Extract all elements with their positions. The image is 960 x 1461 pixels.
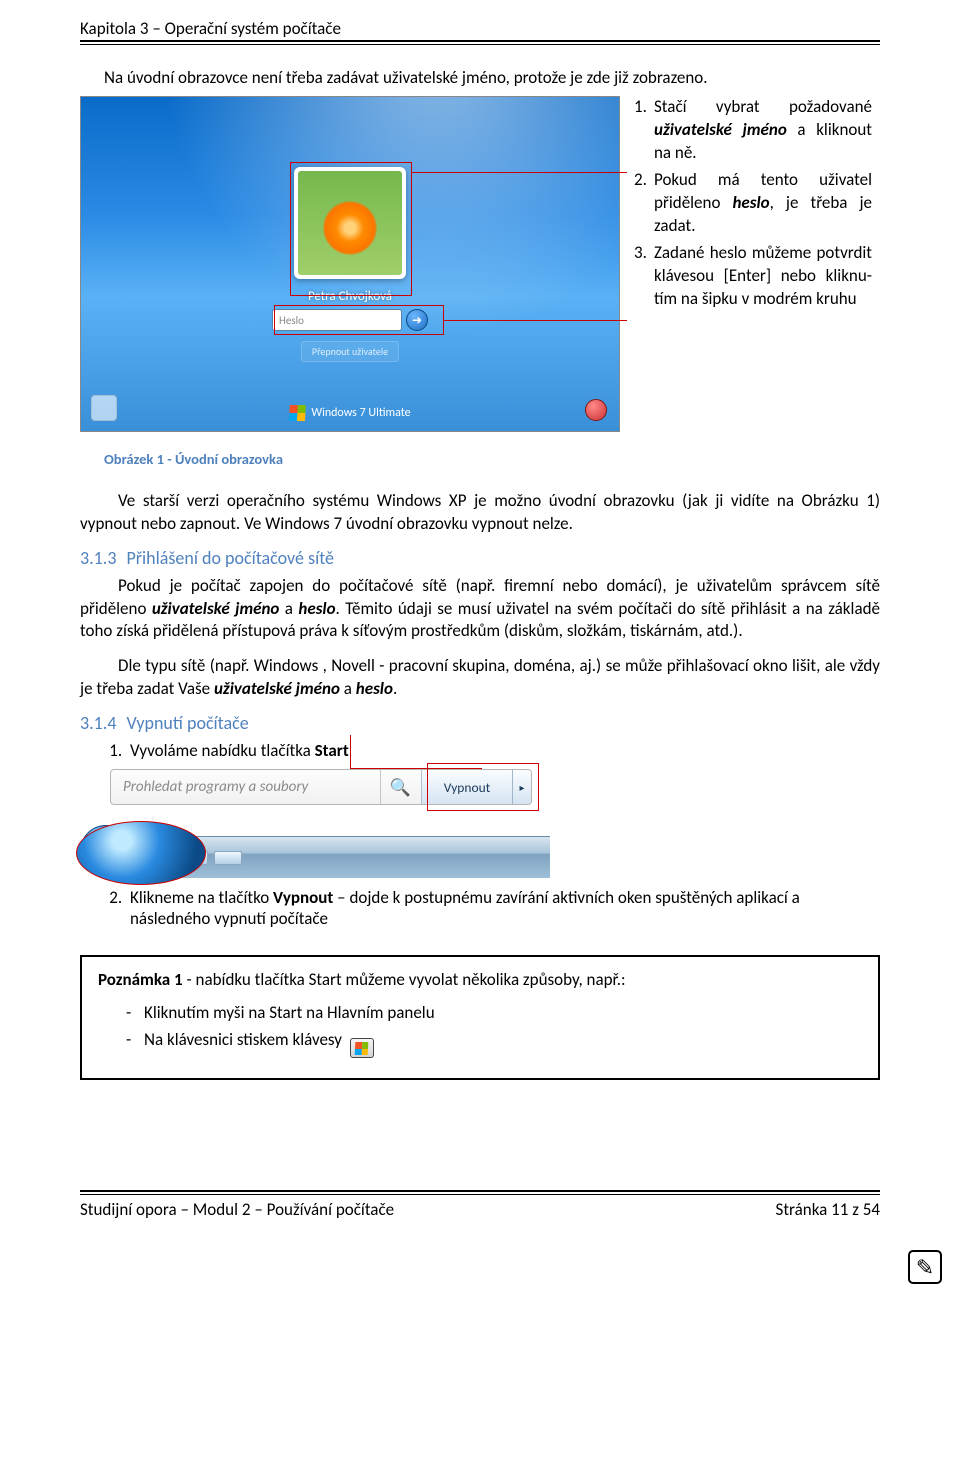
taskbar-icon[interactable]	[146, 851, 174, 865]
chevron-right-icon: ▸	[519, 781, 524, 794]
margin-note-icon: ✎	[908, 1250, 942, 1284]
windows-brand: Windows 7 Ultimate	[289, 405, 410, 421]
windows-logo-icon	[289, 405, 306, 421]
paragraph-net-1: Pokud je počítač zapojen do počítačové s…	[80, 575, 880, 643]
header-rule-bold	[80, 40, 880, 42]
power-button[interactable]	[585, 399, 607, 421]
side-step-3: Zadané heslo můžeme po­tvrdit klávesou […	[634, 242, 872, 311]
footer-right: Stránka 11 z 54	[776, 1199, 880, 1220]
windows-edition-text: Windows 7 Ultimate	[311, 406, 410, 420]
figure-row: Petra Chvojková Heslo ➜ Přepnout uživate…	[80, 96, 880, 432]
pencil-icon: ✎	[916, 1254, 934, 1281]
password-input[interactable]: Heslo	[272, 309, 402, 331]
header-text: Kapitola 3 – Operační systém počítače	[80, 18, 341, 39]
shutdown-button[interactable]: Vypnout	[422, 770, 513, 804]
windows-logo-icon	[94, 840, 117, 862]
heading-title: Přihlášení do počítačové sítě	[126, 547, 334, 569]
heading-num: 3.1.4	[80, 712, 116, 734]
note-bullets: Kliknutím myši na Start na Hlavním panel…	[98, 990, 862, 1058]
note-title-line: Poznámka 1 - nabídku tlačítka Start může…	[98, 969, 862, 990]
paragraph-net-2: Dle typu sítě (např. Windows , Novell - …	[80, 655, 880, 700]
footer-rule-bold	[80, 1190, 880, 1192]
arrow-right-icon: ➜	[412, 313, 422, 328]
page-header: Kapitola 3 – Operační systém počítače	[80, 0, 880, 45]
password-row: Heslo ➜	[272, 309, 428, 331]
search-icon-cell[interactable]: 🔍	[381, 770, 421, 804]
password-placeholder: Heslo	[279, 314, 304, 327]
heading-title: Vypnutí počítače	[126, 712, 248, 734]
shutdown-step-list-2: Klikneme na tlačítko Vypnout – dojde k p…	[80, 887, 880, 929]
start-bottom-bar: Prohledat programy a soubory 🔍 Vypnout ▸	[110, 769, 532, 805]
heading-314: 3.1.4 Vypnutí počítače	[80, 712, 880, 734]
switch-user-button[interactable]: Přepnout uživatele	[301, 341, 399, 362]
taskbar-icon[interactable]	[214, 851, 242, 865]
heading-num: 3.1.3	[80, 547, 116, 569]
shutdown-step-2: Klikneme na tlačítko Vypnout – dojde k p…	[126, 887, 880, 929]
start-search-input[interactable]: Prohledat programy a soubory	[111, 770, 381, 804]
side-step-list: Stačí vybrat požadované uživatelské jmén…	[620, 96, 872, 314]
start-orb-button[interactable]	[80, 825, 132, 877]
taskbar-icon[interactable]	[180, 851, 208, 865]
windows-key-icon	[350, 1038, 374, 1058]
start-menu-figure: Prohledat programy a soubory 🔍 Vypnout ▸	[80, 763, 880, 887]
note-item-1: Kliknutím myši na Start na Hlavním panel…	[126, 1002, 862, 1023]
figure-caption: Obrázek 1 - Úvodní obrazovka	[104, 450, 880, 468]
side-step-2: Pokud má tento uživatel přiděleno heslo,…	[634, 169, 872, 238]
login-username: Petra Chvojková	[308, 289, 392, 304]
header-rule-thin	[80, 44, 880, 45]
user-tile[interactable]	[294, 167, 406, 279]
shutdown-step-list: Vyvoláme nabídku tlačítka Start	[80, 740, 880, 761]
ease-of-access-button[interactable]	[91, 395, 117, 421]
taskbar-row	[80, 825, 550, 881]
page-footer: Studijní opora – Modul 2 – Používání poč…	[80, 1190, 880, 1220]
note-item-2: Na klávesnici stiskem klávesy	[126, 1029, 862, 1058]
shutdown-split-button: Vypnout ▸	[421, 770, 531, 804]
side-step-1: Stačí vybrat požadované uživatelské jmén…	[634, 96, 872, 165]
search-placeholder: Prohledat programy a soubory	[123, 778, 308, 796]
shutdown-more-button[interactable]: ▸	[513, 770, 531, 804]
submit-arrow-button[interactable]: ➜	[406, 309, 428, 331]
paragraph-xp: Ve starší verzi operačního systému Windo…	[80, 490, 880, 535]
shutdown-step-1: Vyvoláme nabídku tlačítka Start	[126, 740, 880, 761]
intro-paragraph: Na úvodní obrazovce není třeba zadávat u…	[104, 67, 880, 88]
heading-313: 3.1.3 Přihlášení do počítačové sítě	[80, 547, 880, 569]
user-avatar-image	[298, 171, 402, 275]
login-screenshot: Petra Chvojková Heslo ➜ Přepnout uživate…	[80, 96, 620, 432]
footer-left: Studijní opora – Modul 2 – Používání poč…	[80, 1199, 394, 1220]
login-screen-bg: Petra Chvojková Heslo ➜ Přepnout uživate…	[80, 96, 620, 432]
taskbar	[130, 836, 550, 878]
note-box: Poznámka 1 - nabídku tlačítka Start může…	[80, 955, 880, 1080]
search-icon: 🔍	[390, 777, 411, 798]
